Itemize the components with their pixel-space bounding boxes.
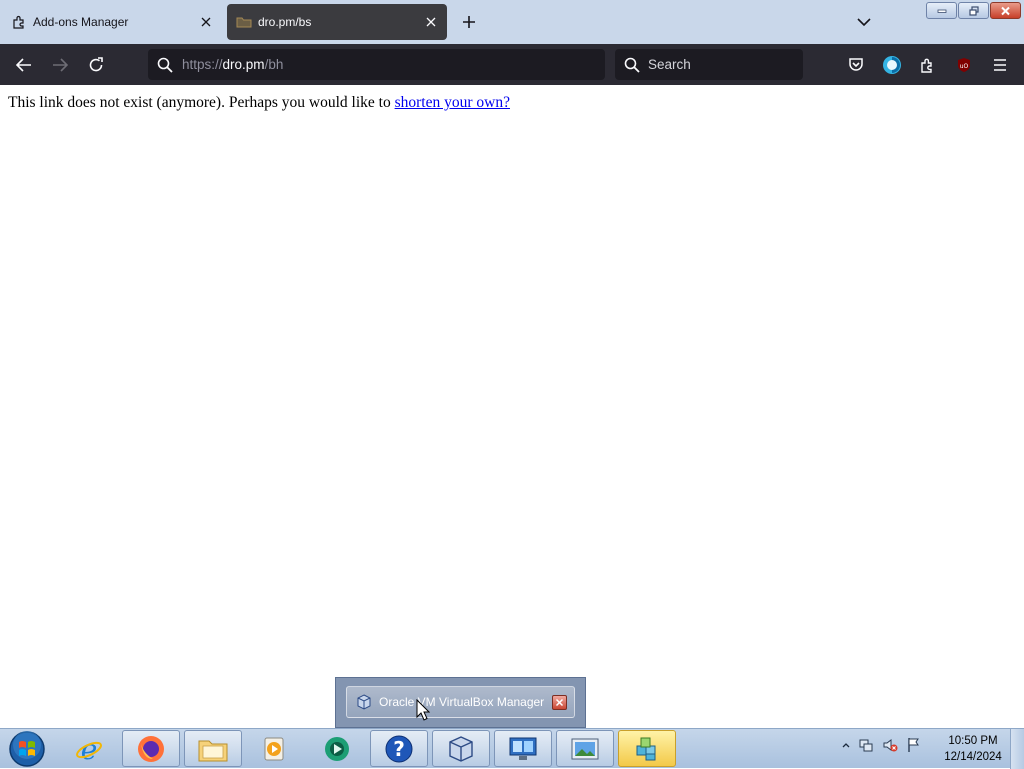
taskbar-image-viewer[interactable] <box>556 730 614 767</box>
reload-button[interactable] <box>83 52 109 78</box>
list-all-tabs-button[interactable] <box>853 11 875 33</box>
mouse-cursor-icon <box>416 699 430 721</box>
app-icon <box>325 736 349 761</box>
pocket-button[interactable] <box>843 52 869 78</box>
url-bar[interactable]: https://dro.pm/bh <box>148 49 605 80</box>
tab-close-button[interactable] <box>196 12 216 32</box>
account-icon <box>883 56 901 74</box>
clock-date: 12/14/2024 <box>944 751 1002 763</box>
url-text: https://dro.pm/bh <box>182 57 283 72</box>
plus-icon <box>463 16 475 28</box>
clock-time: 10:50 PM <box>948 735 998 747</box>
forward-button[interactable] <box>47 52 73 78</box>
back-arrow-icon <box>16 58 31 72</box>
shorten-link[interactable]: shorten your own? <box>395 94 510 111</box>
restore-icon <box>968 5 979 16</box>
tab-close-button[interactable] <box>421 12 441 32</box>
minimize-icon <box>937 9 946 13</box>
ublock-icon: uO <box>958 58 970 72</box>
folder-icon <box>236 14 252 30</box>
error-message: This link does not exist (anymore). Perh… <box>8 94 510 112</box>
url-path: /bh <box>264 57 284 72</box>
search-icon <box>157 57 173 73</box>
taskbar-internet-explorer[interactable]: e <box>60 730 118 767</box>
network-status-icon[interactable] <box>858 737 874 753</box>
menu-icon <box>994 59 1006 71</box>
search-bar[interactable]: Search <box>615 49 803 80</box>
image-viewer-icon <box>571 738 599 759</box>
taskbar-virtualbox[interactable] <box>432 730 490 767</box>
start-orb-icon <box>9 731 45 767</box>
navigation-toolbar: https://dro.pm/bh Search uO <box>0 44 1024 85</box>
close-icon <box>555 698 564 706</box>
action-center-flag-icon[interactable] <box>906 737 920 753</box>
taskbar-network[interactable] <box>494 730 552 767</box>
url-scheme: https:// <box>182 57 223 72</box>
window-controls <box>925 2 1021 19</box>
taskbar-clock[interactable]: 10:50 PM 12/14/2024 <box>938 733 1008 765</box>
start-button[interactable] <box>5 730 49 768</box>
windows-taskbar: e ? 10:50 PM 12/14/2024 <box>0 728 1024 769</box>
cube-app-icon <box>636 737 656 760</box>
taskbar-file-explorer[interactable] <box>184 730 242 767</box>
show-desktop-button[interactable] <box>1010 729 1024 769</box>
search-placeholder: Search <box>648 57 691 72</box>
reload-icon <box>89 57 103 72</box>
taskbar-media-player[interactable] <box>246 730 304 767</box>
thumbnail-close-button[interactable] <box>552 694 567 710</box>
svg-text:uO: uO <box>960 63 969 70</box>
search-icon <box>624 57 640 73</box>
taskbar-thumbnail-popup: Oracle VM VirtualBox Manager <box>335 677 586 728</box>
chevron-down-icon <box>857 17 871 26</box>
restore-button[interactable] <box>958 2 989 19</box>
forward-arrow-icon <box>53 58 68 72</box>
taskbar-cube-app[interactable] <box>618 730 676 767</box>
pocket-icon <box>849 58 863 71</box>
tab-label: Add-ons Manager <box>33 15 129 29</box>
tab-label: dro.pm/bs <box>258 15 312 29</box>
system-tray <box>842 737 920 753</box>
tab-dro-pm[interactable]: dro.pm/bs <box>227 4 447 40</box>
tab-strip: Add-ons Manager dro.pm/bs <box>0 0 1024 44</box>
puzzle-icon <box>11 14 27 30</box>
extensions-icon <box>921 58 932 73</box>
file-explorer-icon <box>198 740 228 761</box>
minimize-button[interactable] <box>926 2 957 19</box>
url-host: dro.pm <box>222 57 265 72</box>
internet-explorer-icon: e <box>76 734 102 764</box>
new-tab-button[interactable] <box>458 11 480 33</box>
taskbar-app[interactable] <box>308 730 366 767</box>
thumbnail-virtualbox-manager[interactable]: Oracle VM VirtualBox Manager <box>346 686 575 718</box>
volume-muted-icon[interactable] <box>882 737 898 753</box>
svg-text:?: ? <box>393 737 405 761</box>
thumbnail-title: Oracle VM VirtualBox Manager <box>379 695 545 709</box>
taskbar-firefox[interactable] <box>122 730 180 767</box>
close-icon <box>1001 6 1010 15</box>
app-menu-button[interactable] <box>987 52 1013 78</box>
help-icon: ? <box>385 735 413 762</box>
close-window-button[interactable] <box>990 2 1021 19</box>
network-icon <box>509 737 537 760</box>
tab-addons-manager[interactable]: Add-ons Manager <box>2 4 222 40</box>
ublock-button[interactable]: uO <box>951 52 977 78</box>
page-content: This link does not exist (anymore). Perh… <box>0 85 1024 728</box>
show-hidden-icons-icon[interactable] <box>842 742 850 748</box>
virtualbox-icon <box>356 694 372 710</box>
virtualbox-icon <box>449 735 473 762</box>
firefox-icon <box>138 735 164 762</box>
extensions-button[interactable] <box>915 52 941 78</box>
message-text: This link does not exist (anymore). Perh… <box>8 94 395 111</box>
back-button[interactable] <box>11 52 37 78</box>
svg-text:e: e <box>81 734 98 764</box>
media-player-icon <box>264 737 284 760</box>
taskbar-help[interactable]: ? <box>370 730 428 767</box>
account-button[interactable] <box>879 52 905 78</box>
